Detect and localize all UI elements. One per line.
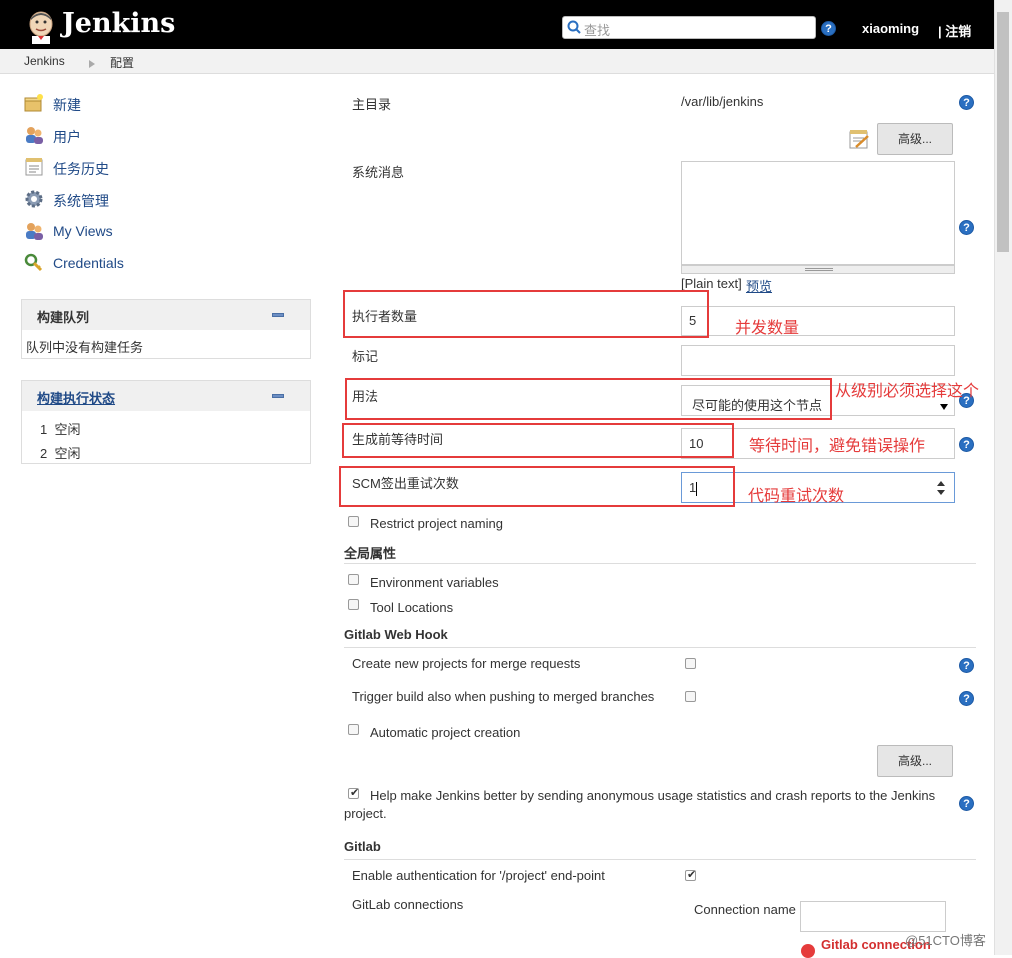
sidebar-item-label: 用户 [53,129,81,145]
trigger-build-push-label: Trigger build also when pushing to merge… [352,689,655,704]
watermark: @51CTO博客 [905,933,986,948]
restrict-naming-label: Restrict project naming [370,516,503,531]
annotation-text: 从级别必须选择这个 [835,383,980,400]
executor-number: 2 [40,446,48,461]
section-divider [344,859,976,860]
top-header: Jenkins 查找 ? xiaoming | 注销 [0,0,994,49]
trigger-build-push-checkbox[interactable] [685,691,696,702]
help-icon[interactable]: ? [959,220,974,235]
gear-icon [24,189,44,209]
restrict-naming-checkbox[interactable] [348,516,359,527]
create-projects-mr-label: Create new projects for merge requests [352,656,581,671]
create-projects-mr-checkbox[interactable] [685,658,696,669]
sidebar-item-label: 系统管理 [53,193,109,209]
collapse-icon[interactable] [272,313,284,317]
scrollbar-thumb[interactable] [997,12,1009,252]
app-name[interactable]: Jenkins [62,8,175,39]
build-queue-panel: 构建队列 队列中没有构建任务 [21,299,311,359]
executor-status: 空闲 [54,446,81,461]
gitlab-connections-label: GitLab connections [352,897,464,912]
build-queue-header: 构建队列 [22,300,310,330]
spinner-icon[interactable] [937,481,945,495]
system-message-label: 系统消息 [352,165,405,180]
section-divider [344,563,976,564]
annotation-box [345,378,832,420]
env-vars-label: Environment variables [370,575,499,590]
usage-stats-checkbox[interactable] [348,786,359,799]
advanced-button[interactable]: 高级... [877,123,953,155]
section-divider [344,647,976,648]
global-properties-title: 全局属性 [344,546,397,561]
annotation-box [343,290,709,338]
sidebar-item-label: My Views [53,223,113,239]
executors-input[interactable]: 5 [681,306,955,336]
search-help-icon[interactable]: ? [821,21,836,36]
annotation-box [342,423,734,458]
sidebar-item-label: 任务历史 [53,161,109,177]
tool-locations-checkbox[interactable] [348,599,359,610]
search-icon [567,20,581,34]
annotation-text: 等待时间，避免错误操作 [749,438,926,455]
env-vars-checkbox[interactable] [348,574,359,585]
connection-name-input[interactable] [800,901,946,932]
annotation-text: 代码重试次数 [748,488,845,505]
help-icon[interactable]: ? [959,796,974,811]
build-queue-title[interactable]: 构建队列 [37,307,89,326]
preview-link[interactable]: 预览 [746,276,772,295]
history-icon [24,157,44,177]
executor-number: 1 [40,422,48,437]
breadcrumb-jenkins[interactable]: Jenkins [24,54,65,68]
help-icon[interactable]: ? [959,95,974,110]
enable-auth-checkbox[interactable] [685,868,696,881]
help-icon[interactable]: ? [959,691,974,706]
help-icon[interactable]: ? [959,658,974,673]
breadcrumb: Jenkins 配置 [0,49,994,74]
gitlab-title: Gitlab [344,839,381,854]
plain-text-label: [Plain text] [681,276,742,291]
enable-auth-label: Enable authentication for '/project' end… [352,868,605,883]
executor-row: 1 空闲 [40,419,80,438]
auto-project-creation-label: Automatic project creation [370,725,521,740]
executor-status-panel: 构建执行状态 1 空闲 2 空闲 [21,380,311,464]
tool-locations-label: Tool Locations [370,600,454,615]
home-dir-label: 主目录 [352,97,392,112]
search-placeholder: 查找 [584,23,611,38]
jenkins-logo-icon[interactable] [25,10,57,44]
advanced-button[interactable]: 高级... [877,745,953,777]
annotation-box [339,466,735,507]
users-icon [24,221,44,241]
help-icon[interactable]: ? [959,437,974,452]
labels-input[interactable] [681,345,955,376]
logout-link[interactable]: | 注销 [938,21,971,40]
error-icon [801,944,815,958]
breadcrumb-configure[interactable]: 配置 [110,54,134,71]
notepad-icon [848,128,870,150]
annotation-text: 并发数量 [735,320,800,337]
sidebar-item-label: Credentials [53,255,124,271]
usage-stats-label-cont: project. [344,806,387,821]
textarea-resize-handle[interactable] [681,265,955,274]
executor-status-header: 构建执行状态 [22,381,310,411]
system-message-textarea[interactable] [681,161,955,265]
executor-row: 2 空闲 [40,443,80,462]
usage-stats-label: Help make Jenkins better by sending anon… [370,788,936,803]
user-link[interactable]: xiaoming [862,21,919,36]
key-icon [24,253,44,273]
collapse-icon[interactable] [272,394,284,398]
search-input[interactable]: 查找 [562,16,816,39]
new-item-icon [24,93,44,113]
users-icon [24,125,44,145]
home-dir-value: /var/lib/jenkins [681,94,764,109]
connection-name-label: Connection name [694,902,796,917]
breadcrumb-separator-icon [89,57,95,71]
auto-project-creation-checkbox[interactable] [348,724,359,735]
labels-label: 标记 [352,349,379,364]
build-queue-empty-text: 队列中没有构建任务 [26,340,144,355]
executor-status: 空闲 [54,422,81,437]
sidebar-item-label: 新建 [53,97,81,113]
executor-status-title[interactable]: 构建执行状态 [37,388,115,407]
gitlab-webhook-title: Gitlab Web Hook [344,627,448,642]
